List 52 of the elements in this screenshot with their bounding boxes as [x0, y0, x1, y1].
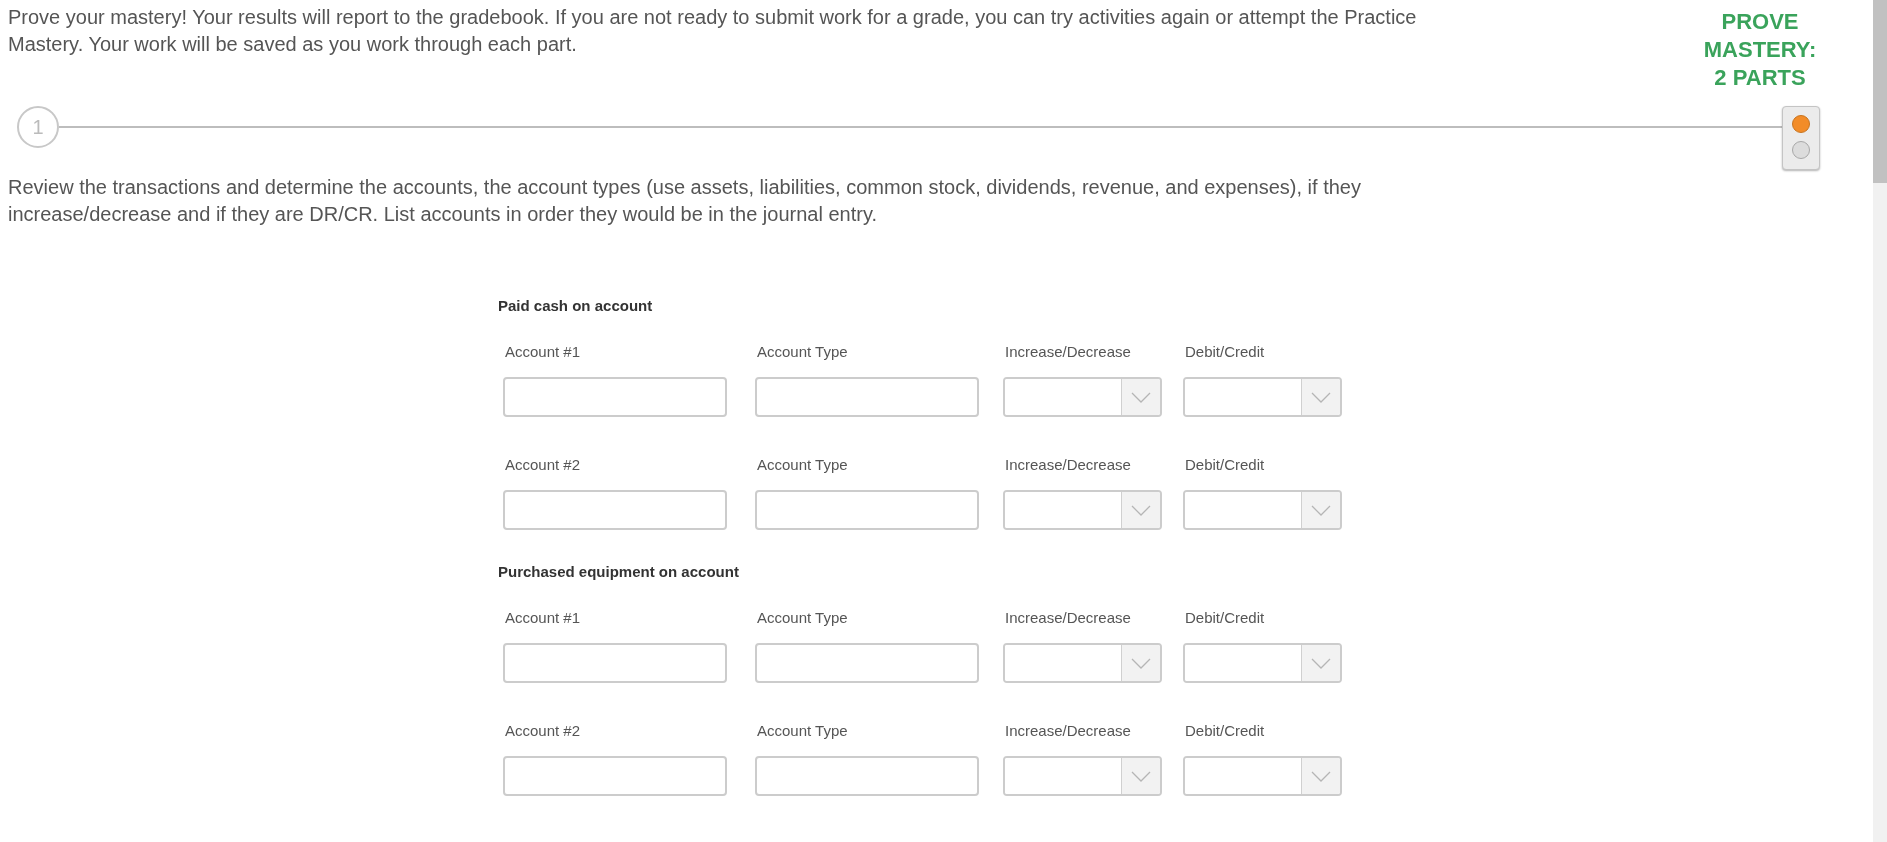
prove-mastery-label: MASTERY:	[1702, 36, 1818, 64]
dropdown[interactable]	[1183, 490, 1342, 530]
transaction-heading: Paid cash on account	[498, 296, 654, 316]
input-field[interactable]	[503, 377, 727, 417]
field-label: Account #1	[504, 342, 582, 360]
dropdown[interactable]	[1183, 377, 1342, 417]
part-dot[interactable]	[1792, 141, 1810, 159]
transaction-heading: Purchased equipment on account	[498, 562, 740, 582]
input-field[interactable]	[755, 756, 979, 796]
prove-mastery-label: 2 PARTS	[1713, 64, 1807, 92]
scrollbar[interactable]	[1873, 0, 1887, 842]
input-field[interactable]	[503, 643, 727, 683]
field-label: Debit/Credit	[1184, 342, 1266, 360]
dropdown[interactable]	[1003, 490, 1162, 530]
field-label: Increase/Decrease	[1004, 342, 1132, 360]
field-label: Debit/Credit	[1184, 721, 1266, 739]
field-label: Increase/Decrease	[1004, 455, 1132, 473]
instructions-text: Review the transactions and determine the accounts, the account types (use assets, liabilities, common stock, dividends, revenue, and expenses), if they increase/decrease and if they are DR/CR. List accounts in order they would be in the journal entry.	[8, 175, 1362, 227]
dropdown[interactable]	[1183, 756, 1342, 796]
field-label: Debit/Credit	[1184, 455, 1266, 473]
dropdown[interactable]	[1003, 756, 1162, 796]
input-field[interactable]	[755, 490, 979, 530]
input-field[interactable]	[755, 643, 979, 683]
part-dot[interactable]	[1792, 115, 1810, 133]
chevron-down-icon	[1311, 391, 1331, 403]
field-label: Account Type	[756, 455, 849, 473]
input-field[interactable]	[503, 756, 727, 796]
chevron-down-icon	[1131, 391, 1151, 403]
field-label: Account #1	[504, 608, 582, 626]
step-number[interactable]: 1	[17, 106, 59, 148]
intro-text: Prove your mastery! Your results will report to the gradebook. If you are not ready to submit work for a grade, you can try activities again or attempt the Practice Mastery. Your work will be saved as you work through each part.	[8, 5, 1418, 57]
field-label: Account Type	[756, 342, 849, 360]
scrollbar-thumb[interactable]	[1873, 0, 1887, 183]
field-label: Increase/Decrease	[1004, 721, 1132, 739]
prove-mastery-label: PROVE	[1720, 8, 1800, 36]
dropdown[interactable]	[1003, 377, 1162, 417]
field-label: Account Type	[756, 608, 849, 626]
chevron-down-icon	[1311, 504, 1331, 516]
dropdown[interactable]	[1003, 643, 1162, 683]
chevron-down-icon	[1311, 657, 1331, 669]
chevron-down-icon	[1131, 657, 1151, 669]
chevron-down-icon	[1131, 770, 1151, 782]
field-label: Debit/Credit	[1184, 608, 1266, 626]
field-label: Account Type	[756, 721, 849, 739]
chevron-down-icon	[1131, 504, 1151, 516]
input-field[interactable]	[503, 490, 727, 530]
field-label: Account #2	[504, 721, 582, 739]
field-label: Account #2	[504, 455, 582, 473]
chevron-down-icon	[1311, 770, 1331, 782]
dropdown[interactable]	[1183, 643, 1342, 683]
field-label: Increase/Decrease	[1004, 608, 1132, 626]
input-field[interactable]	[755, 377, 979, 417]
